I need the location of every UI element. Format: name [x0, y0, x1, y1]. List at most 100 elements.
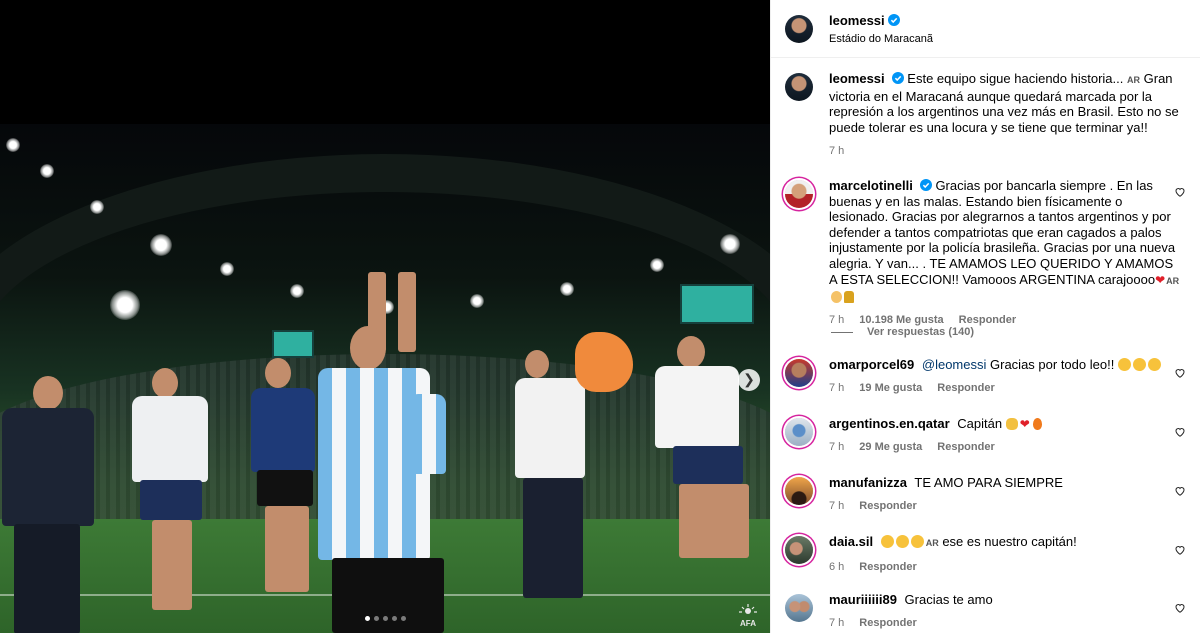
afa-logo-text: AFA	[740, 619, 756, 628]
red-heart-emoji-icon: ❤	[1019, 417, 1030, 431]
floodlight	[110, 290, 140, 320]
comment-timestamp[interactable]: 6 h	[829, 560, 844, 576]
floodlight	[90, 200, 104, 214]
author-username[interactable]: leomessi	[829, 13, 885, 28]
comment-likes[interactable]: 29 Me gusta	[859, 440, 922, 456]
carousel-dot	[401, 616, 406, 621]
floodlight	[220, 262, 234, 276]
comment-text: Gracias por bancarla siempre . En las bu…	[829, 178, 1176, 287]
post-sidebar: leomessi Estádio do Maracanã leomessi Es…	[770, 0, 1200, 633]
commenter-avatar[interactable]	[785, 594, 813, 622]
comment-text: Gracias por todo leo!!	[990, 357, 1115, 372]
post-photo	[0, 124, 770, 633]
floodlight	[650, 258, 664, 272]
divider-line	[831, 331, 853, 333]
heart-icon[interactable]	[1174, 544, 1186, 556]
caption-username[interactable]: leomessi	[829, 71, 885, 86]
comment-text: Gracias te amo	[904, 592, 993, 607]
clap-emoji-icon	[1117, 358, 1131, 371]
stadium-screen	[272, 330, 314, 358]
commenter-username[interactable]: manufanizza	[829, 475, 907, 490]
comment-timestamp[interactable]: 7 h	[829, 381, 844, 397]
praying-hands-emoji-icon	[1005, 418, 1018, 430]
author-avatar[interactable]	[785, 14, 813, 43]
afa-logo: AFA	[736, 604, 760, 630]
stadium-screen	[680, 284, 754, 324]
post-caption: leomessi Este equipo sigue haciendo hist…	[785, 71, 1186, 160]
verified-badge-icon	[919, 179, 932, 191]
verified-badge-icon	[887, 14, 900, 26]
chevron-right-icon: ❯	[743, 371, 755, 387]
clap-emoji-icon	[895, 535, 909, 548]
commenter-username[interactable]: marcelotinelli	[829, 178, 913, 193]
reply-button[interactable]: Responder	[859, 616, 916, 632]
trophy-emoji-icon	[844, 291, 854, 304]
caption-timestamp[interactable]: 7 h	[829, 144, 844, 160]
reply-button[interactable]: Responder	[937, 381, 994, 397]
floodlight	[150, 234, 172, 256]
comment-item: argentinos.en.qatar Capitán ❤ 7 h 29 Me …	[785, 416, 1186, 455]
floodlight	[720, 234, 740, 254]
heart-icon[interactable]	[1174, 426, 1186, 438]
comment-text: Capitán	[957, 416, 1003, 431]
carousel-dot	[383, 616, 388, 621]
carousel-indicator	[365, 616, 406, 621]
post-media[interactable]: ❯ AFA	[0, 0, 770, 633]
floodlight	[40, 164, 54, 178]
commenter-username[interactable]: argentinos.en.qatar	[829, 416, 950, 431]
comment-item: manufanizza TE AMO PARA SIEMPRE 7 h Resp…	[785, 475, 1186, 514]
caption-avatar[interactable]	[785, 73, 813, 101]
comment-timestamp[interactable]: 7 h	[829, 440, 844, 456]
commenter-username[interactable]: daia.sil	[829, 534, 873, 549]
heart-icon[interactable]	[1174, 186, 1186, 198]
floodlight	[470, 294, 484, 308]
commenter-avatar[interactable]	[785, 359, 813, 387]
commenter-username[interactable]: omarporcel69	[829, 357, 914, 372]
clap-emoji-icon	[1147, 358, 1161, 371]
commenter-avatar[interactable]	[785, 180, 813, 208]
carousel-dot	[392, 616, 397, 621]
carousel-next-button[interactable]: ❯	[738, 369, 760, 391]
comment-text: ese es nuestro capitán!	[942, 534, 1077, 549]
clap-emoji-icon	[880, 535, 894, 548]
reply-button[interactable]: Responder	[859, 560, 916, 576]
commenter-username[interactable]: mauriiiiii89	[829, 592, 897, 607]
post-location[interactable]: Estádio do Maracanã	[829, 33, 933, 45]
mention-link[interactable]: @leomessi	[922, 357, 987, 372]
comment-item: omarporcel69 @leomessi Gracias por todo …	[785, 357, 1186, 396]
carousel-dot	[365, 616, 370, 621]
comment-likes[interactable]: 19 Me gusta	[859, 381, 922, 397]
comments-list[interactable]: leomessi Este equipo sigue haciendo hist…	[771, 58, 1200, 633]
fire-emoji-icon	[1032, 418, 1042, 430]
comment-text: TE AMO PARA SIEMPRE	[914, 475, 1063, 490]
verified-badge-icon	[891, 72, 904, 84]
reply-button[interactable]: Responder	[937, 440, 994, 456]
floodlight	[290, 284, 304, 298]
view-replies-label: Ver respuestas (140)	[867, 326, 975, 338]
caption-text-headline: Este equipo sigue haciendo historia...	[907, 71, 1124, 86]
heart-icon[interactable]	[1174, 602, 1186, 614]
carousel-dot	[374, 616, 379, 621]
flag-emoji: AR	[1166, 275, 1180, 286]
flexed-biceps-emoji-icon	[831, 291, 842, 304]
commenter-avatar[interactable]	[785, 418, 813, 446]
floodlight	[6, 138, 20, 152]
comment-timestamp[interactable]: 7 h	[829, 499, 844, 515]
view-replies-button[interactable]: Ver respuestas (140)	[831, 326, 974, 338]
commenter-avatar[interactable]	[785, 477, 813, 505]
heart-icon[interactable]	[1174, 367, 1186, 379]
afa-sun-icon	[739, 604, 757, 614]
clap-emoji-icon	[1132, 358, 1146, 371]
flag-emoji: AR	[925, 538, 939, 548]
comment-item: mauriiiiii89 Gracias te amo 7 h Responde…	[785, 592, 1186, 631]
red-heart-emoji-icon: ❤	[1155, 272, 1166, 287]
floodlight	[560, 282, 574, 296]
post-header: leomessi Estádio do Maracanã	[771, 0, 1200, 58]
reply-button[interactable]: Responder	[859, 499, 916, 515]
commenter-avatar[interactable]	[785, 536, 813, 564]
comment-timestamp[interactable]: 7 h	[829, 616, 844, 632]
heart-icon[interactable]	[1174, 485, 1186, 497]
flag-emoji: AR	[1127, 75, 1140, 85]
comment-item: marcelotinelli Gracias por bancarla siem…	[785, 178, 1186, 328]
comment-item: daia.sil AR ese es nuestro capitán! 6 h …	[785, 534, 1186, 575]
